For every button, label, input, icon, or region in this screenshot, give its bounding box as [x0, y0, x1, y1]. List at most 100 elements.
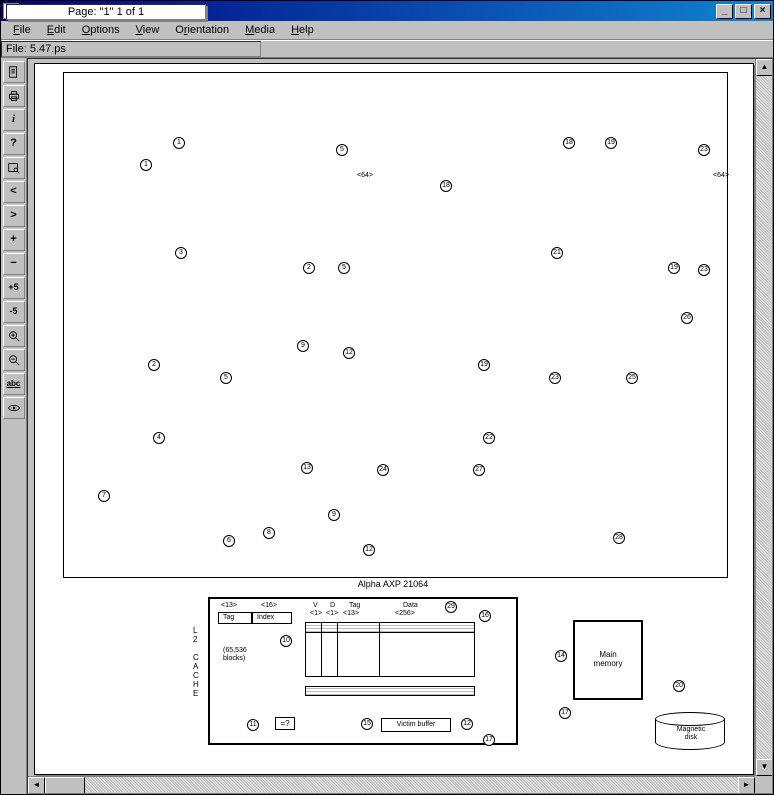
victim-buffer: Victim buffer — [381, 718, 451, 732]
document-icon — [7, 65, 21, 79]
circ-19c: 19 — [668, 262, 680, 274]
alpha-box — [63, 72, 728, 578]
menu-help[interactable]: Help — [283, 22, 322, 38]
next-page-button[interactable]: > — [3, 205, 25, 227]
circ-3: 3 — [175, 247, 187, 259]
circ-9: 9 — [297, 340, 309, 352]
menu-bar: File Edit Options View Orientation Media… — [1, 21, 773, 40]
circ-25: 25 — [626, 372, 638, 384]
prev-page-button[interactable]: < — [3, 181, 25, 203]
circ-7: 7 — [98, 490, 110, 502]
status-page: Page: "1" 1 of 1 — [6, 4, 206, 20]
app-window: 5.47.ps - GSview _ □ × File Edit Options… — [0, 0, 774, 795]
main-memory-label: Mainmemory — [594, 650, 623, 668]
circ-8: 8 — [263, 527, 275, 539]
circ-22: 22 — [483, 432, 495, 444]
l2-db: <256> — [395, 610, 415, 617]
l2-array — [305, 622, 475, 677]
scrollbar-corner — [755, 776, 772, 793]
menu-view[interactable]: View — [128, 22, 168, 38]
circ-23b: 23 — [698, 144, 710, 156]
circ-19b: 19 — [478, 359, 490, 371]
circ-16: 16 — [479, 610, 491, 622]
circ-10: 10 — [280, 635, 292, 647]
find-button[interactable] — [3, 157, 25, 179]
scroll-right-button[interactable]: ► — [738, 777, 755, 794]
circ-17b: 17 — [559, 707, 571, 719]
zoom-out-button[interactable]: − — [3, 253, 25, 275]
l2-d: D — [330, 602, 335, 609]
l2-idx-label: Index — [257, 614, 274, 621]
menu-orientation[interactable]: Orientation — [167, 22, 237, 38]
horizontal-scrollbar[interactable]: ◄ ► — [28, 776, 755, 793]
circ-1b: 1 — [140, 159, 152, 171]
circ-11: 11 — [247, 719, 259, 731]
circ-1: 1 — [173, 137, 185, 149]
magnify-minus-icon — [7, 353, 21, 367]
menu-media[interactable]: Media — [237, 22, 283, 38]
skip-back-button[interactable]: -5 — [3, 301, 25, 323]
circ-13: 13 — [301, 462, 313, 474]
magnify-plus-button[interactable] — [3, 325, 25, 347]
circ-2: 2 — [148, 359, 160, 371]
vertical-scrollbar[interactable]: ▲ ▼ — [755, 59, 772, 776]
alpha-label: Alpha AXP 21064 — [358, 579, 428, 589]
circ-20: 20 — [673, 680, 685, 692]
scroll-thumb[interactable] — [45, 777, 85, 794]
status-file: File: 5.47.ps — [1, 41, 261, 57]
circ-4: 4 — [153, 432, 165, 444]
printer-icon — [7, 89, 21, 103]
circ-15: 15 — [361, 718, 373, 730]
scroll-up-button[interactable]: ▲ — [756, 59, 773, 76]
skip-forward-button[interactable]: +5 — [3, 277, 25, 299]
circ-23c: 23 — [698, 264, 710, 276]
menu-file[interactable]: File — [5, 22, 39, 38]
status-row: File: 5.47.ps Page: "1" 1 of 1 — [1, 40, 773, 58]
circ-12b: 12 — [363, 544, 375, 556]
scroll-down-button[interactable]: ▼ — [756, 759, 773, 776]
minimize-button[interactable]: _ — [716, 4, 733, 19]
text-select-button[interactable]: abc — [3, 373, 25, 395]
circ-5b: 5 — [336, 144, 348, 156]
circ-29: 29 — [445, 601, 457, 613]
circ-17: 17 — [483, 734, 495, 746]
preview-button[interactable] — [3, 397, 25, 419]
circ-24: 24 — [377, 464, 389, 476]
disk-label: Magneticdisk — [677, 726, 705, 742]
magnify-minus-button[interactable] — [3, 349, 25, 371]
circ-28: 28 — [613, 532, 625, 544]
bits64-right: <64> — [713, 172, 729, 179]
l2-data: Data — [403, 602, 418, 609]
close-button[interactable]: × — [754, 4, 771, 19]
l2-label: L2 CACHE — [193, 626, 199, 698]
diagram: CPU PC Page-frameaddress <30> Pageoffset… — [43, 72, 745, 766]
document-viewport: CPU PC Page-frameaddress <30> Pageoffset… — [27, 58, 773, 794]
circ-18: 18 — [563, 137, 575, 149]
circ-6: 6 — [223, 535, 235, 547]
menu-file-label: ile — [20, 24, 31, 36]
circ-26: 26 — [681, 312, 693, 324]
circ-19: 19 — [605, 137, 617, 149]
info-button[interactable]: i — [3, 109, 25, 131]
l2-idx-bits: <16> — [261, 602, 277, 609]
magnify-plus-icon — [7, 329, 21, 343]
print-button[interactable] — [3, 85, 25, 107]
l2-cmp: =? — [275, 717, 295, 730]
help-button[interactable]: ? — [3, 133, 25, 155]
body-area: i ? < > + − +5 -5 abc CPU PC Pag — [1, 58, 773, 794]
toolbar: i ? < > + − +5 -5 abc — [1, 58, 27, 794]
l2-vb: <1> — [310, 610, 322, 617]
circ-23: 23 — [549, 372, 561, 384]
circ-5: 5 — [220, 372, 232, 384]
menu-options[interactable]: Options — [74, 22, 128, 38]
menu-edit[interactable]: Edit — [39, 22, 74, 38]
maximize-button[interactable]: □ — [735, 4, 752, 19]
circ-12: 12 — [343, 347, 355, 359]
eye-icon — [7, 401, 21, 415]
scroll-left-button[interactable]: ◄ — [28, 777, 45, 794]
l2-vb2: <1> — [326, 610, 338, 617]
circ-21: 21 — [551, 247, 563, 259]
l2-65536: (65,536blocks) — [223, 647, 247, 663]
open-button[interactable] — [3, 61, 25, 83]
zoom-in-button[interactable]: + — [3, 229, 25, 251]
